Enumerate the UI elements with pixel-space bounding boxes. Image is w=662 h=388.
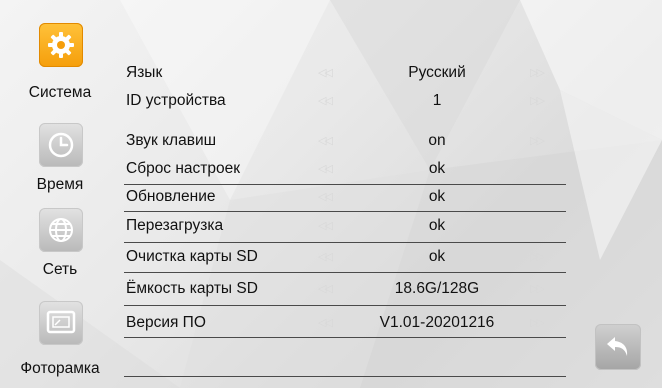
divider <box>124 376 566 377</box>
prev-arrow-icon[interactable]: ◁◁ <box>318 66 333 79</box>
sidebar-item-time[interactable]: Время <box>0 120 120 200</box>
next-arrow-icon[interactable]: ▷▷ <box>530 190 545 203</box>
setting-value: ok <box>428 248 446 265</box>
setting-value: 1 <box>432 92 442 109</box>
setting-value: ok <box>428 188 446 205</box>
sidebar-item-label: Время <box>36 176 84 193</box>
divider <box>124 272 566 273</box>
setting-row-sd-clear[interactable]: Очистка карты SD ◁◁ ok ▷▷ <box>126 246 566 270</box>
sidebar-item-network[interactable]: Сеть <box>0 205 120 285</box>
gear-icon <box>39 23 83 67</box>
photo-frame-icon <box>39 301 83 345</box>
prev-arrow-icon[interactable]: ◁◁ <box>318 316 333 329</box>
next-arrow-icon[interactable]: ▷▷ <box>530 134 545 147</box>
setting-label: ID устройства <box>126 92 226 109</box>
globe-icon <box>39 208 83 252</box>
setting-row-device-id[interactable]: ID устройства ◁◁ 1 ▷▷ <box>126 90 566 114</box>
prev-arrow-icon[interactable]: ◁◁ <box>318 190 333 203</box>
divider <box>124 337 566 338</box>
prev-arrow-icon[interactable]: ◁◁ <box>318 162 333 175</box>
setting-label: Язык <box>126 64 163 81</box>
sidebar-item-label: Сеть <box>42 261 78 278</box>
setting-row-update[interactable]: Обновление ◁◁ ok ▷▷ <box>126 186 566 210</box>
divider <box>124 242 566 243</box>
divider <box>124 184 566 185</box>
next-arrow-icon[interactable]: ▷▷ <box>530 94 545 107</box>
setting-row-firmware-version[interactable]: Версия ПО ◁◁ V1.01-20201216 ▷▷ <box>126 312 566 336</box>
next-arrow-icon[interactable]: ▷▷ <box>530 219 545 232</box>
sidebar-item-photo-frame[interactable]: Фоторамка <box>0 298 120 384</box>
setting-label: Версия ПО <box>126 314 206 331</box>
setting-value: V1.01-20201216 <box>379 314 495 331</box>
prev-arrow-icon[interactable]: ◁◁ <box>318 94 333 107</box>
next-arrow-icon[interactable]: ▷▷ <box>530 282 545 295</box>
setting-value: Русский <box>408 64 466 81</box>
prev-arrow-icon[interactable]: ◁◁ <box>318 250 333 263</box>
back-button[interactable] <box>595 324 641 370</box>
setting-label: Сброс настроек <box>126 160 241 177</box>
setting-label: Ёмкость карты SD <box>126 280 258 297</box>
sidebar-item-label: Фоторамка <box>20 360 100 377</box>
setting-label: Перезагрузка <box>126 217 224 234</box>
setting-row-sd-capacity[interactable]: Ёмкость карты SD ◁◁ 18.6G/128G ▷▷ <box>126 278 566 302</box>
next-arrow-icon[interactable]: ▷▷ <box>530 250 545 263</box>
setting-value: ok <box>428 217 446 234</box>
setting-value: on <box>428 132 446 149</box>
setting-row-language[interactable]: Язык ◁◁ Русский ▷▷ <box>126 62 566 86</box>
setting-label: Звук клавиш <box>126 132 217 149</box>
setting-row-reboot[interactable]: Перезагрузка ◁◁ ok ▷▷ <box>126 215 566 239</box>
next-arrow-icon[interactable]: ▷▷ <box>530 162 545 175</box>
setting-value: 18.6G/128G <box>394 280 480 297</box>
divider <box>124 211 566 212</box>
sidebar-item-system[interactable]: Система <box>0 20 120 110</box>
sidebar-item-label: Система <box>28 84 92 101</box>
back-arrow-icon <box>607 337 628 356</box>
next-arrow-icon[interactable]: ▷▷ <box>530 316 545 329</box>
setting-row-reset[interactable]: Сброс настроек ◁◁ ok ▷▷ <box>126 158 566 182</box>
prev-arrow-icon[interactable]: ◁◁ <box>318 219 333 232</box>
setting-row-key-sound[interactable]: Звук клавиш ◁◁ on ▷▷ <box>126 130 566 154</box>
setting-label: Очистка карты SD <box>126 248 258 265</box>
clock-icon <box>39 123 83 167</box>
prev-arrow-icon[interactable]: ◁◁ <box>318 282 333 295</box>
prev-arrow-icon[interactable]: ◁◁ <box>318 134 333 147</box>
next-arrow-icon[interactable]: ▷▷ <box>530 66 545 79</box>
setting-value: ok <box>428 160 446 177</box>
sidebar: Система Время Сеть Фоторамка <box>0 0 120 388</box>
setting-label: Обновление <box>126 188 216 205</box>
divider <box>124 305 566 306</box>
